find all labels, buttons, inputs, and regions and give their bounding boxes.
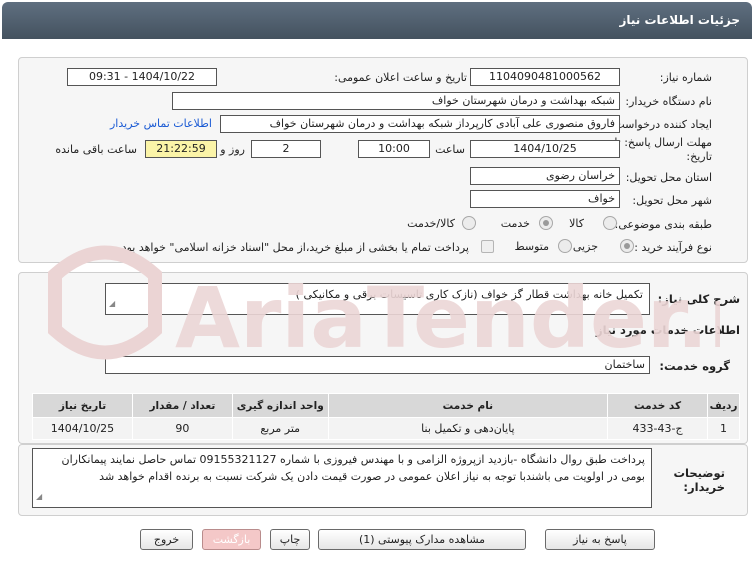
resize-grip-icon[interactable]: ◢ [109,295,115,312]
buyer-notes-label-1: توضیحات [673,466,726,480]
cell-row: 1 [707,417,740,440]
service-group-label: گروه خدمت: [659,359,730,373]
announce-datetime-label: تاریخ و ساعت اعلان عمومی: [334,71,467,84]
col-unit: واحد اندازه گیری [231,393,329,418]
remaining-time-field: 21:22:59 [145,140,217,158]
city-field: خواف [470,190,620,208]
table-row: 1 ج-43-433 پایان‌دهی و تکمیل بنا متر مرب… [32,417,740,440]
print-button[interactable]: چاپ [270,529,310,550]
category-goods-label: کالا [569,217,584,230]
need-info-panel [18,57,748,263]
deadline-label-date: تاریخ: [686,150,712,163]
province-label: استان محل تحویل: [625,171,712,184]
province-field: خراسان رضوی [470,167,620,185]
remaining-days-field: 2 [251,140,321,158]
col-service-code: کد خدمت [607,393,709,418]
reply-button[interactable]: پاسخ به نیاز [545,529,655,550]
creator-field: فاروق منصوری علی آبادی کارپرداز شبکه بهد… [220,115,620,133]
buyer-org-field: شبکه بهداشت و درمان شهرستان خواف [172,92,620,110]
buyer-notes-label-2: خریدار: [683,480,725,494]
col-service-name: نام خدمت [327,393,609,418]
services-table: ردیف کد خدمت نام خدمت واحد اندازه گیری ت… [32,393,740,440]
category-service-label: خدمت [500,217,530,230]
category-label: طبقه بندی موضوعی: [614,218,712,231]
treasury-payment-checkbox[interactable] [481,240,494,253]
cell-service-code: ج-43-433 [607,417,709,440]
col-need-date: تاریخ نیاز [32,393,133,418]
view-attachments-button[interactable]: مشاهده مدارک پیوستی (1) [318,529,526,550]
cell-need-date: 1404/10/25 [32,417,133,440]
back-button[interactable]: بازگشت [202,529,261,550]
category-goods-radio[interactable] [603,216,617,230]
col-row: ردیف [707,393,740,418]
need-description-label: شرح کلی نیاز: [657,292,740,306]
cell-service-name: پایان‌دهی و تکمیل بنا [327,417,609,440]
process-minor-label: جزیی [572,240,598,253]
buyer-org-label: نام دستگاه خریدار: [625,95,712,108]
city-label: شهر محل تحویل: [632,194,712,207]
deadline-date-field: 1404/10/25 [470,140,620,158]
buyer-notes-text: پرداخت طبق روال دانشگاه -بازدید ازپروژه … [61,453,645,483]
cell-unit: متر مربع [231,417,329,440]
process-medium-label: متوسط [514,240,549,253]
services-table-header: ردیف کد خدمت نام خدمت واحد اندازه گیری ت… [32,393,740,418]
deadline-time-label: ساعت [435,143,465,156]
category-goods-service-label: کالا/خدمت [407,217,455,230]
buyer-contact-link[interactable]: اطلاعات تماس خریدار [110,117,212,130]
services-section-title: اطلاعات خدمات مورد نیاز [596,323,740,337]
process-minor-radio[interactable] [620,239,634,253]
deadline-label: مهلت ارسال پاسخ: تا [614,136,712,149]
exit-button[interactable]: خروج [140,529,193,550]
need-description-text: تکمیل خانه بهداشت قطار گز خواف (نازک کار… [295,288,643,301]
page-title: جزئیات اطلاعات نیاز [619,13,740,27]
category-goods-service-radio[interactable] [462,216,476,230]
need-number-label: شماره نیاز: [659,71,712,84]
cell-quantity: 90 [131,417,233,440]
process-type-label: نوع فرآیند خرید : [634,241,712,254]
need-description-field: تکمیل خانه بهداشت قطار گز خواف (نازک کار… [105,283,650,315]
days-label: روز و [220,143,245,156]
remaining-time-label: ساعت باقی مانده [55,143,137,156]
resize-grip-icon[interactable]: ◢ [36,488,42,505]
deadline-time-field: 10:00 [358,140,430,158]
need-number-field: 1104090481000562 [470,68,620,86]
treasury-payment-note: پرداخت تمام یا بخشی از مبلغ خرید،از محل … [118,241,469,254]
col-quantity: تعداد / مقدار [131,393,233,418]
service-group-field: ساختمان [105,356,650,374]
process-medium-radio[interactable] [558,239,572,253]
creator-label: ایجاد کننده درخواست: [610,118,712,131]
page-header: جزئیات اطلاعات نیاز [2,2,752,39]
announce-datetime-field: 1404/10/22 - 09:31 [67,68,217,86]
category-service-radio[interactable] [539,216,553,230]
buyer-notes-field: پرداخت طبق روال دانشگاه -بازدید ازپروژه … [32,448,652,508]
